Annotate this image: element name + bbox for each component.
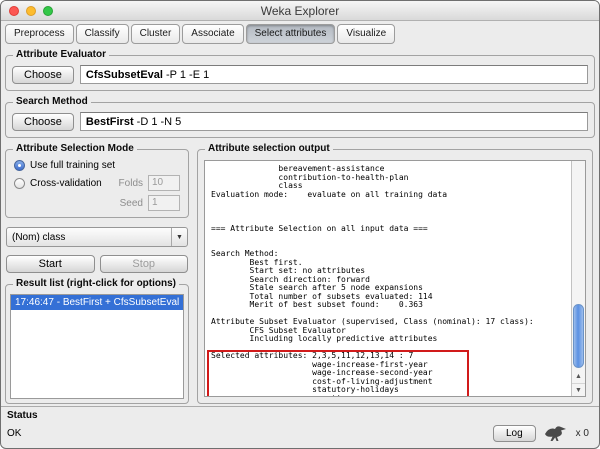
- tab-visualize[interactable]: Visualize: [337, 24, 395, 44]
- search-choose-button[interactable]: Choose: [12, 113, 74, 131]
- output-area: bereavement-assistance contribution-to-h…: [204, 160, 586, 397]
- close-window-button[interactable]: [9, 6, 19, 16]
- class-attribute-selector[interactable]: (Nom) class ▼: [6, 227, 188, 247]
- scrollbar-thumb[interactable]: [573, 304, 584, 368]
- result-list[interactable]: 17:46:47 - BestFirst + CfsSubsetEval: [10, 294, 184, 399]
- radio-cross-validation[interactable]: [14, 178, 25, 189]
- status-section: Status OK Log x 0: [1, 406, 599, 448]
- seed-label: Seed: [120, 198, 143, 209]
- evaluator-scheme-name: CfsSubsetEval: [86, 69, 163, 81]
- tab-classify[interactable]: Classify: [76, 24, 129, 44]
- output-line: vacation: [211, 395, 467, 397]
- scroll-down-icon[interactable]: ▼: [572, 383, 585, 396]
- scroll-up-icon[interactable]: ▲: [572, 370, 585, 383]
- cross-validation-label: Cross-validation: [30, 178, 102, 189]
- output-line: [211, 233, 571, 242]
- search-scheme-name: BestFirst: [86, 116, 134, 128]
- status-message: OK: [7, 428, 21, 439]
- tab-associate[interactable]: Associate: [182, 24, 243, 44]
- chevron-down-icon: ▼: [171, 228, 187, 246]
- output-text[interactable]: bereavement-assistance contribution-to-h…: [205, 161, 571, 396]
- folds-input[interactable]: 10: [148, 175, 180, 191]
- attribute-selection-mode-group: Attribute Selection Mode Use full traini…: [5, 149, 189, 218]
- left-panel: Attribute Selection Mode Use full traini…: [1, 140, 193, 406]
- result-list-title: Result list (right-click for options): [13, 278, 179, 289]
- result-list-item[interactable]: 17:46:47 - BestFirst + CfsSubsetEval: [11, 295, 183, 310]
- search-method-group: Search Method Choose BestFirst -D 1 -N 5: [5, 102, 595, 138]
- search-scheme-field[interactable]: BestFirst -D 1 -N 5: [80, 112, 588, 131]
- log-button[interactable]: Log: [493, 425, 536, 442]
- attribute-selection-mode-title: Attribute Selection Mode: [13, 143, 137, 154]
- highlight-annotation: Selected attributes: 2,3,5,11,12,13,14 :…: [207, 350, 469, 396]
- evaluator-choose-button[interactable]: Choose: [12, 66, 74, 84]
- minimize-window-button[interactable]: [26, 6, 36, 16]
- weka-explorer-window: Weka Explorer PreprocessClassifyClusterA…: [0, 0, 600, 449]
- tab-select-attributes[interactable]: Select attributes: [246, 24, 336, 44]
- attribute-selection-output-title: Attribute selection output: [205, 143, 333, 154]
- start-button[interactable]: Start: [6, 255, 95, 273]
- attribute-evaluator-title: Attribute Evaluator: [13, 49, 109, 60]
- attribute-selection-output-group: Attribute selection output bereavement-a…: [197, 149, 593, 404]
- evaluator-scheme-field[interactable]: CfsSubsetEval -P 1 -E 1: [80, 65, 588, 84]
- vertical-scrollbar[interactable]: ▲ ▼: [571, 161, 585, 396]
- evaluator-scheme-options: -P 1 -E 1: [163, 69, 209, 81]
- right-panel: Attribute selection output bereavement-a…: [193, 140, 599, 406]
- window-controls: [9, 6, 53, 16]
- output-line: Evaluation mode: evaluate on all trainin…: [211, 191, 571, 200]
- output-line: [211, 208, 571, 217]
- search-method-title: Search Method: [13, 96, 91, 107]
- tab-cluster[interactable]: Cluster: [131, 24, 181, 44]
- tab-bar: PreprocessClassifyClusterAssociateSelect…: [1, 21, 599, 46]
- result-list-group: Result list (right-click for options) 17…: [5, 284, 189, 404]
- status-title: Status: [7, 410, 593, 421]
- search-scheme-options: -D 1 -N 5: [134, 116, 182, 128]
- output-line: Merit of best subset found: 0.363: [211, 301, 571, 310]
- weka-run-counter: x 0: [576, 428, 589, 439]
- seed-input[interactable]: 1: [148, 195, 180, 211]
- window-title: Weka Explorer: [261, 4, 339, 18]
- title-bar[interactable]: Weka Explorer: [1, 1, 599, 21]
- output-line: Including locally predictive attributes: [211, 335, 571, 344]
- folds-label: Folds: [119, 178, 143, 189]
- zoom-window-button[interactable]: [43, 6, 53, 16]
- stop-button[interactable]: Stop: [100, 255, 189, 273]
- output-line: === Attribute Selection on all input dat…: [211, 225, 571, 234]
- radio-use-full-training-set[interactable]: [14, 160, 25, 171]
- full-training-set-label: Use full training set: [30, 160, 115, 171]
- class-attribute-value: (Nom) class: [7, 232, 171, 243]
- attribute-evaluator-group: Attribute Evaluator Choose CfsSubsetEval…: [5, 55, 595, 91]
- main-area: Attribute Selection Mode Use full traini…: [1, 140, 599, 406]
- weka-bird-icon[interactable]: [543, 424, 569, 442]
- tab-preprocess[interactable]: Preprocess: [5, 24, 74, 44]
- output-line: [211, 199, 571, 208]
